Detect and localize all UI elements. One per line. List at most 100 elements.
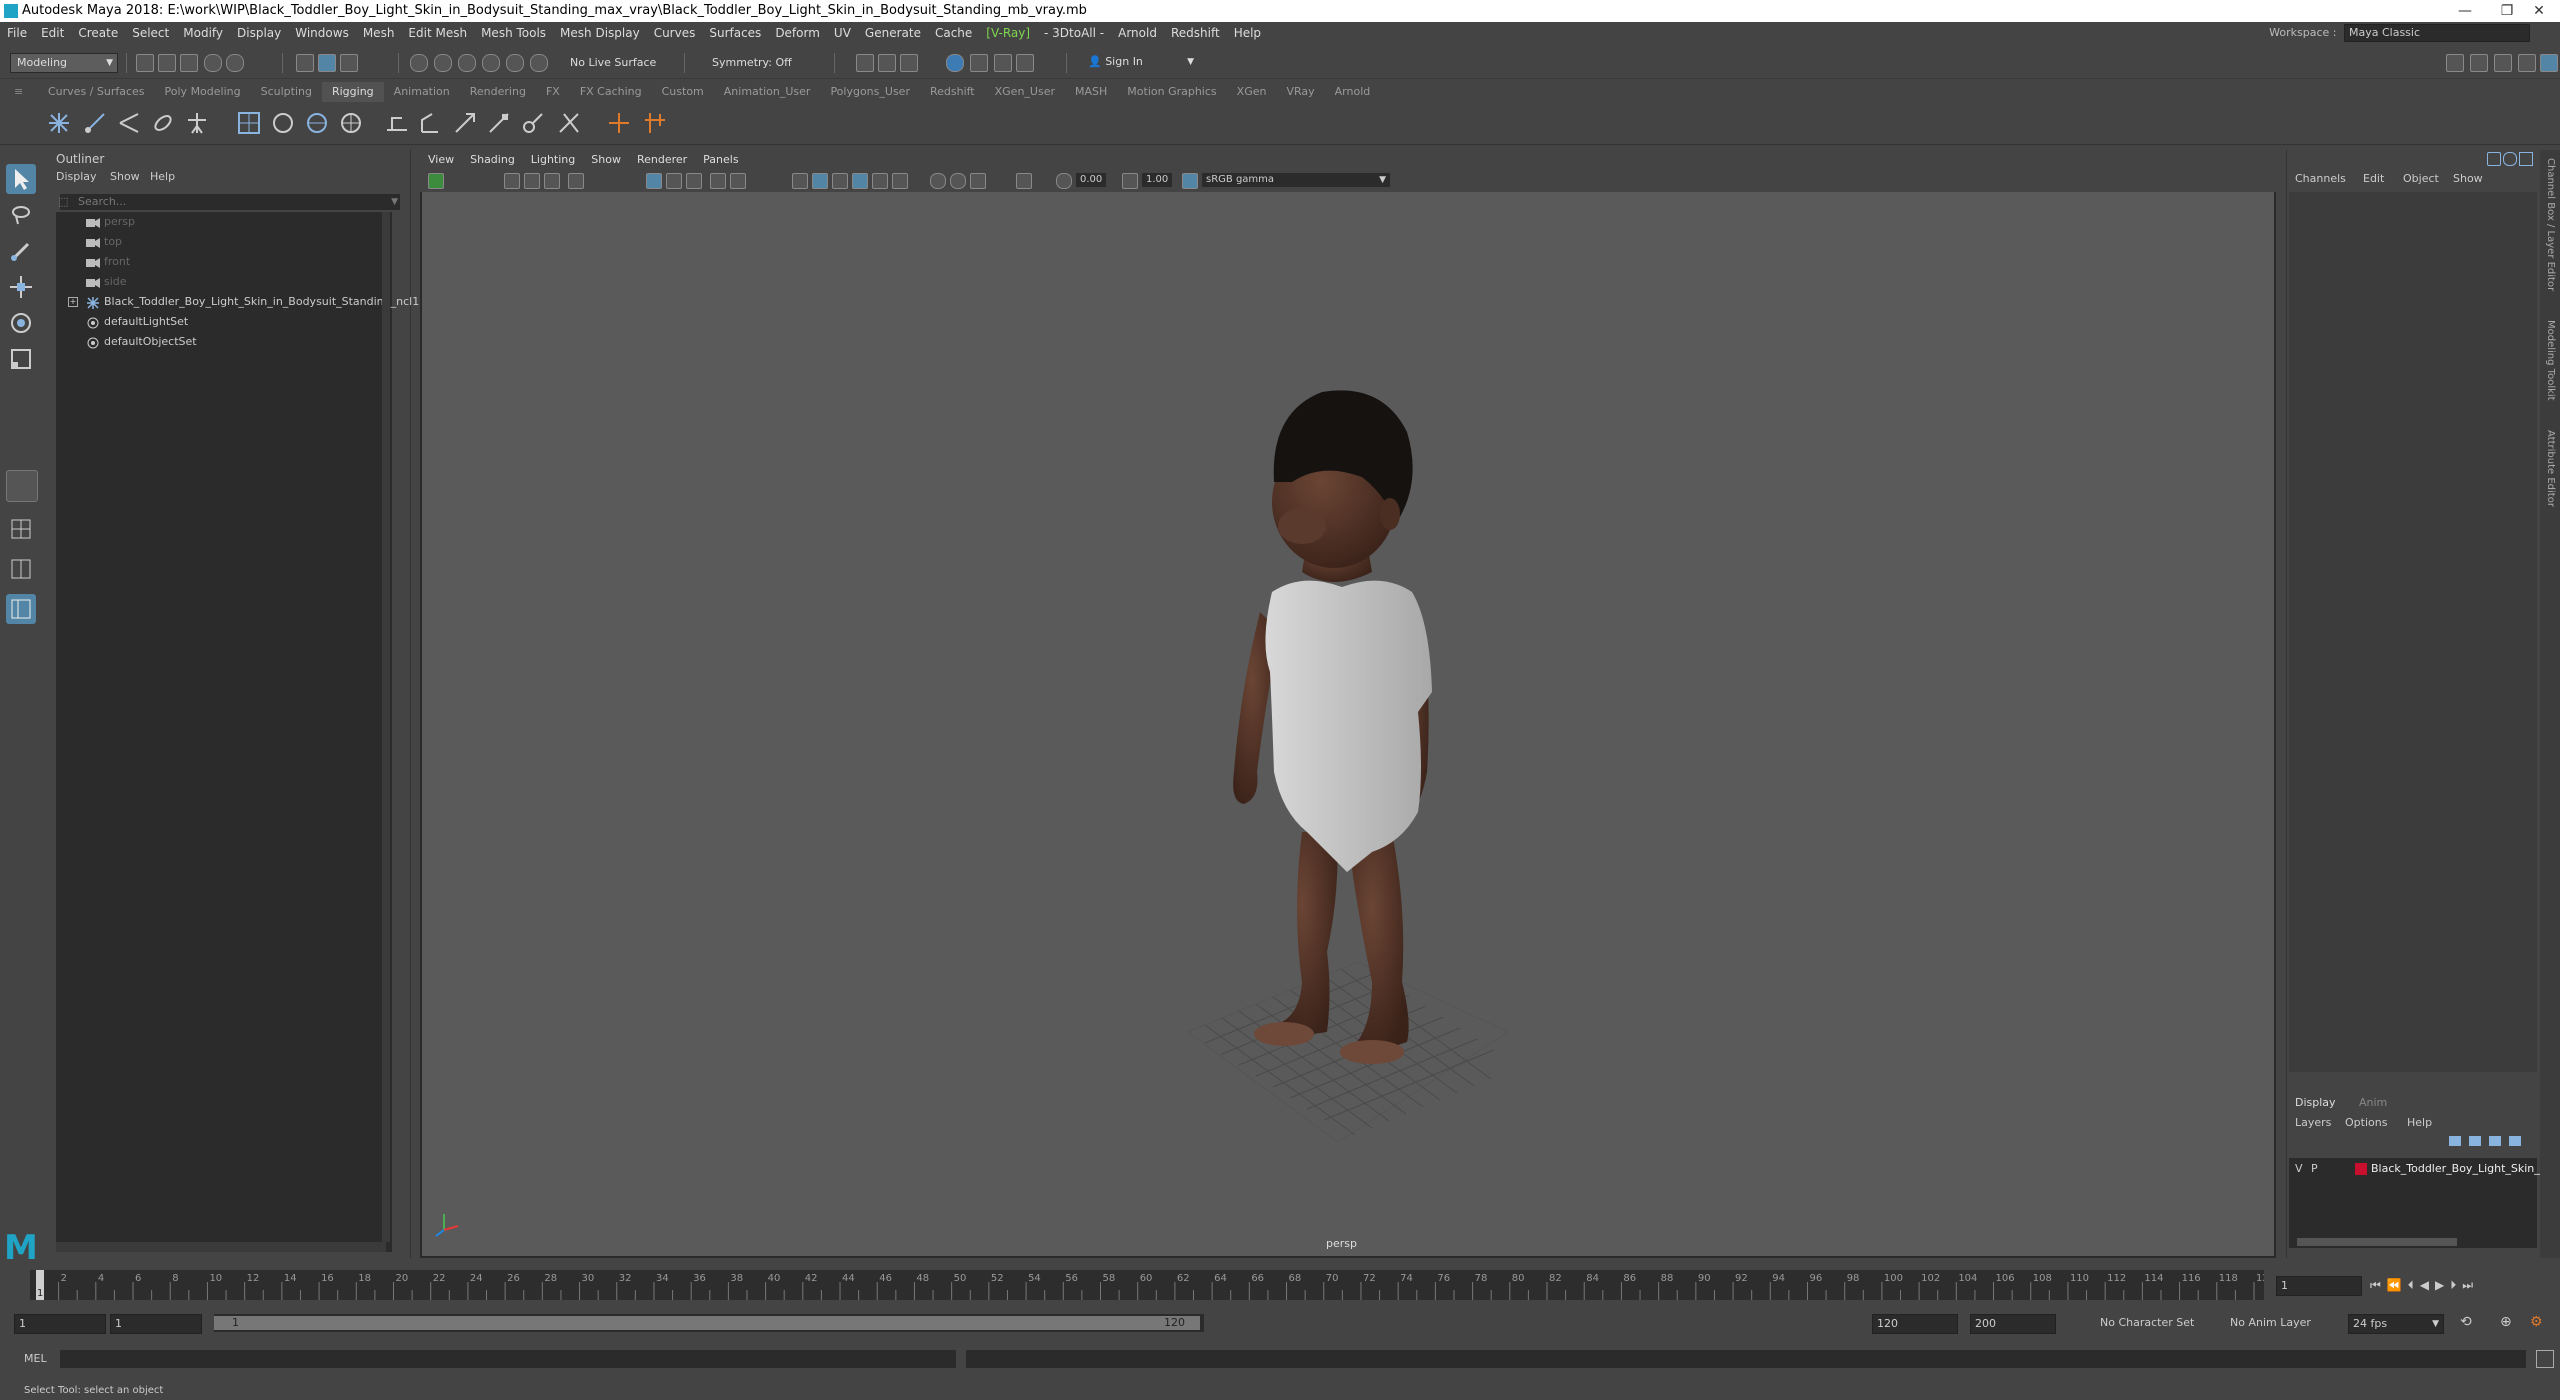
joint-tool-icon[interactable] bbox=[46, 110, 72, 136]
outliner-toggle-icon[interactable] bbox=[2470, 54, 2488, 72]
play-forwards-icon[interactable]: ▶ bbox=[2435, 1278, 2450, 1292]
shelf-tab[interactable]: Sculpting bbox=[251, 82, 322, 102]
layer-row[interactable]: V P Black_Toddler_Boy_Light_Skin_in bbox=[2289, 1160, 2550, 1178]
tool-settings-icon[interactable] bbox=[2518, 54, 2536, 72]
layer-visibility-toggle[interactable]: V bbox=[2295, 1160, 2303, 1178]
modeling-toolkit-icon[interactable] bbox=[2446, 54, 2464, 72]
shelf-tab[interactable]: Curves / Surfaces bbox=[38, 82, 155, 102]
color-space-dropdown[interactable]: sRGB gamma ▼ bbox=[1202, 173, 1390, 187]
grid-toggle-icon[interactable] bbox=[568, 173, 584, 189]
four-pane-layout-icon[interactable] bbox=[6, 554, 36, 584]
channel-box-area[interactable] bbox=[2289, 192, 2537, 1072]
parent-icon[interactable] bbox=[642, 110, 668, 136]
shelf-tab[interactable]: VRay bbox=[1276, 82, 1324, 102]
tab-modeling-toolkit[interactable]: Modeling Toolkit bbox=[2542, 320, 2556, 401]
wireframe-icon[interactable] bbox=[792, 173, 808, 189]
move-tool-icon[interactable] bbox=[6, 272, 36, 302]
menu-item[interactable]: Cache bbox=[928, 22, 979, 44]
play-backwards-icon[interactable]: ◀ bbox=[2420, 1278, 2435, 1292]
last-tool-icon[interactable] bbox=[6, 470, 38, 502]
go-to-start-icon[interactable]: ⏮ bbox=[2370, 1278, 2387, 1292]
shelf-tab[interactable]: FX bbox=[536, 82, 570, 102]
lattice-icon[interactable] bbox=[236, 110, 262, 136]
viewport-menu-lighting[interactable]: Lighting bbox=[523, 150, 583, 170]
xray-joints-icon[interactable] bbox=[970, 173, 986, 189]
safe-action-icon[interactable] bbox=[730, 173, 746, 189]
menu-item[interactable]: Arnold bbox=[1111, 22, 1164, 44]
quick-rig-icon[interactable] bbox=[184, 110, 210, 136]
shelf-tab[interactable]: MASH bbox=[1065, 82, 1117, 102]
animation-preferences-icon[interactable]: ⚙ bbox=[2530, 1314, 2543, 1330]
camera-attributes-icon[interactable] bbox=[504, 173, 520, 189]
layer-color-swatch[interactable] bbox=[2355, 1163, 2367, 1175]
layer-playback-toggle[interactable]: P bbox=[2311, 1160, 2318, 1178]
shelf-tab[interactable]: Rigging bbox=[321, 82, 384, 102]
shelf-tab[interactable]: Animation bbox=[384, 82, 460, 102]
animation-end-field[interactable]: 200 bbox=[1970, 1314, 2056, 1334]
outliner-search-input[interactable]: ⬚ Search... ▼ bbox=[58, 194, 400, 210]
loop-icon[interactable]: ⟲ bbox=[2460, 1314, 2472, 1330]
shelf-tab[interactable]: FX Caching bbox=[570, 82, 652, 102]
sign-in-button[interactable]: 👤 Sign In ▼ bbox=[1082, 53, 1198, 71]
tab-channel-box[interactable]: Channel Box / Layer Editor bbox=[2542, 158, 2556, 291]
select-hierarchy-icon[interactable] bbox=[296, 54, 314, 72]
menu-item[interactable]: Generate bbox=[858, 22, 928, 44]
object-menu[interactable]: Object bbox=[2403, 172, 2439, 185]
list-item[interactable]: defaultLightSet bbox=[56, 312, 392, 332]
snap-live-icon[interactable] bbox=[530, 54, 548, 72]
hud-icon[interactable] bbox=[1016, 173, 1032, 189]
menu-item[interactable]: Deform bbox=[768, 22, 827, 44]
gate-mask-icon[interactable] bbox=[686, 173, 702, 189]
shelf-menu-icon[interactable]: ≡ bbox=[14, 82, 23, 102]
workspace-selector[interactable]: Workspace : Maya Classic bbox=[2269, 22, 2530, 44]
viewport-menu-shading[interactable]: Shading bbox=[462, 150, 523, 170]
mode-dropdown[interactable]: Modeling ▼ bbox=[10, 53, 118, 73]
snap-point-icon[interactable] bbox=[458, 54, 476, 72]
locator-icon[interactable] bbox=[606, 110, 632, 136]
minimize-button[interactable]: — bbox=[2444, 0, 2486, 22]
shelf-tab[interactable]: Polygons_User bbox=[820, 82, 920, 102]
edit-menu[interactable]: Edit bbox=[2363, 172, 2384, 185]
lasso-tool-icon[interactable] bbox=[6, 200, 36, 230]
menu-item[interactable]: Curves bbox=[647, 22, 703, 44]
menu-item[interactable]: File bbox=[0, 22, 34, 44]
outliner-vertical-scrollbar[interactable] bbox=[382, 212, 390, 1242]
menu-item[interactable]: Surfaces bbox=[702, 22, 768, 44]
paint-select-icon[interactable] bbox=[6, 236, 36, 266]
viewport-menu-show[interactable]: Show bbox=[583, 150, 629, 170]
new-layer-icon[interactable] bbox=[2489, 1136, 2501, 1146]
pole-vector-icon[interactable] bbox=[556, 110, 582, 136]
shelf-tab[interactable]: XGen bbox=[1227, 82, 1277, 102]
select-camera-icon[interactable] bbox=[428, 173, 444, 189]
shelf-tab[interactable]: Arnold bbox=[1325, 82, 1381, 102]
parent-constraint-icon[interactable] bbox=[384, 110, 410, 136]
aim-constraint-icon[interactable] bbox=[520, 110, 546, 136]
exposure-field[interactable]: 0.00 bbox=[1076, 173, 1107, 187]
menu-item[interactable]: Edit bbox=[34, 22, 71, 44]
command-input[interactable] bbox=[60, 1350, 956, 1368]
ambient-occlusion-icon[interactable] bbox=[892, 173, 908, 189]
textured-icon[interactable] bbox=[832, 173, 848, 189]
hypershade-icon[interactable] bbox=[970, 54, 988, 72]
menu-item[interactable]: Mesh bbox=[356, 22, 402, 44]
close-button[interactable]: ✕ bbox=[2518, 0, 2560, 22]
select-object-icon[interactable] bbox=[318, 54, 336, 72]
menu-item[interactable]: UV bbox=[827, 22, 858, 44]
render-settings-icon[interactable] bbox=[900, 54, 918, 72]
shelf-tab[interactable]: XGen_User bbox=[985, 82, 1065, 102]
character-set-dropdown[interactable]: No Character Set bbox=[2100, 1316, 2194, 1329]
shelf-tab[interactable]: Poly Modeling bbox=[155, 82, 251, 102]
shelf-tab[interactable]: Motion Graphics bbox=[1117, 82, 1226, 102]
redo-icon[interactable] bbox=[226, 54, 244, 72]
isolate-select-icon[interactable] bbox=[930, 173, 946, 189]
step-forward-frame-icon[interactable]: ⏵ bbox=[2450, 1278, 2462, 1292]
command-language-label[interactable]: MEL bbox=[24, 1352, 47, 1365]
range-bar[interactable] bbox=[214, 1316, 1200, 1330]
viewport-menu-panels[interactable]: Panels bbox=[695, 150, 746, 170]
menu-item[interactable]: Windows bbox=[288, 22, 356, 44]
list-item[interactable]: persp bbox=[56, 212, 392, 232]
go-to-end-icon[interactable]: ⏭ bbox=[2462, 1278, 2479, 1292]
outliner-menu-show[interactable]: Show bbox=[110, 170, 140, 183]
tab-attribute-editor[interactable]: Attribute Editor bbox=[2542, 430, 2556, 507]
single-pane-layout-icon[interactable] bbox=[6, 514, 36, 544]
